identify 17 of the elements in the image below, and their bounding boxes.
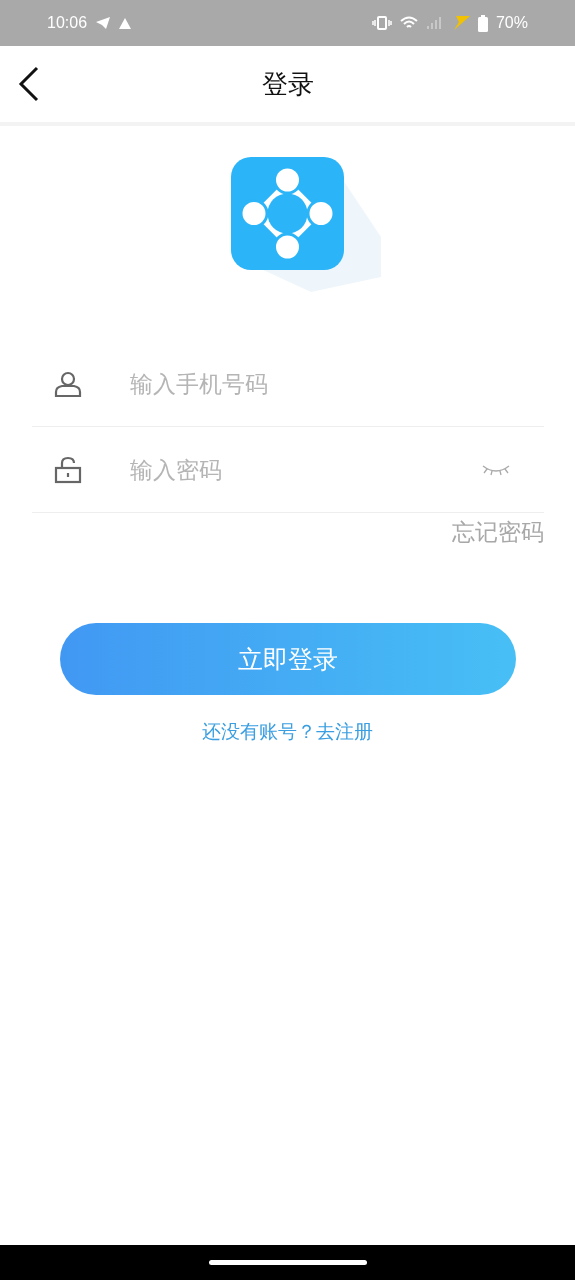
forgot-password-link[interactable]: 忘记密码 — [451, 517, 544, 548]
paper-plane-icon — [95, 16, 112, 30]
unlocked-padlock-icon — [53, 455, 82, 484]
login-button[interactable]: 立即登录 — [59, 623, 516, 695]
password-field[interactable]: 输入密码 — [127, 455, 481, 484]
page-title: 登录 — [261, 67, 314, 101]
warning-icon — [119, 17, 132, 29]
user-icon — [53, 369, 82, 398]
register-link[interactable]: 还没有账号？去注册 — [202, 719, 373, 745]
battery-icon — [477, 14, 488, 32]
battery-percent: 70% — [495, 14, 528, 32]
signal-icon — [425, 16, 442, 30]
home-indicator[interactable] — [208, 1260, 367, 1265]
status-time: 10:06 — [47, 14, 88, 32]
wifi-icon — [399, 16, 418, 30]
vibrate-icon — [371, 16, 392, 30]
phone-field[interactable]: 输入手机号码 — [127, 369, 544, 398]
